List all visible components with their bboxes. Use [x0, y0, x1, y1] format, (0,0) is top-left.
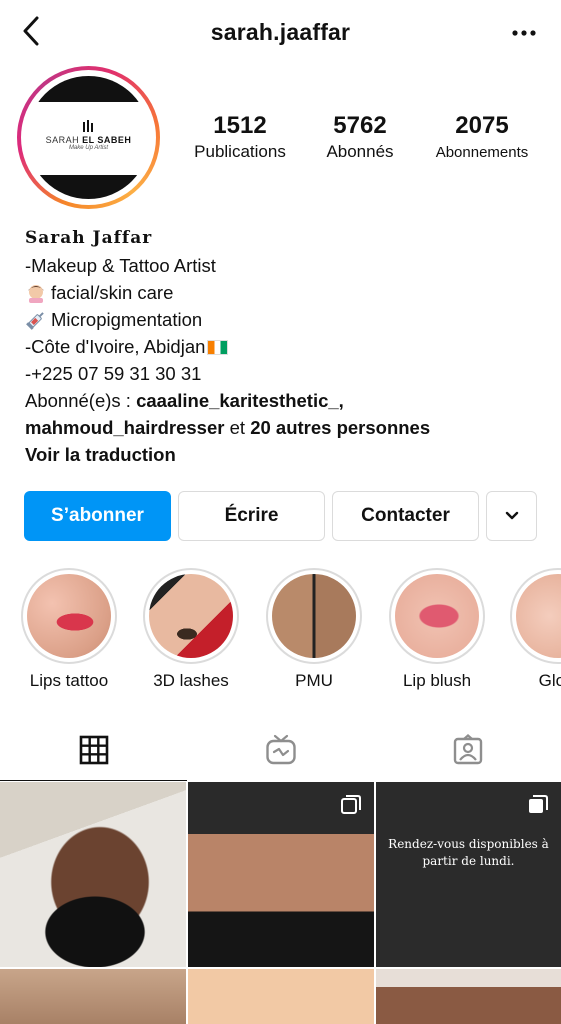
stat-posts-value: 1512: [213, 112, 267, 139]
multiple-photos-icon: [341, 795, 361, 814]
tab-posts-grid[interactable]: [0, 718, 187, 782]
followed-by[interactable]: Abonné(e)s : caaaline_karitesthetic_,: [25, 387, 555, 414]
post-thumbnail[interactable]: [188, 969, 374, 1024]
grid-icon: [79, 735, 108, 765]
more-options-button[interactable]: [509, 18, 539, 48]
followed-by-more[interactable]: mahmoud_hairdresser et 20 autres personn…: [25, 414, 555, 441]
tab-igtv[interactable]: [187, 718, 374, 782]
tab-tagged[interactable]: [374, 718, 561, 782]
logo-name-b: EL SABEH: [82, 135, 132, 145]
syringe-icon: [26, 312, 44, 330]
follow-button[interactable]: S’abonner: [24, 491, 171, 541]
highlight-cover: [516, 574, 561, 658]
stat-followers-value: 5762: [333, 112, 387, 139]
story-highlights: Lips tattoo 3D lashes PMU Lip blush Glow: [0, 568, 561, 698]
bio-line: facial/skin care: [51, 282, 174, 303]
highlight-pmu[interactable]: PMU: [264, 568, 364, 691]
post-thumbnail[interactable]: [0, 782, 186, 967]
suggested-accounts-button[interactable]: [486, 491, 537, 541]
post-thumbnail[interactable]: [188, 782, 374, 967]
profile-tabs: [0, 718, 561, 782]
top-bar: sarah.jaaffar: [0, 0, 561, 66]
profile-display-name: Sarah Jaffar: [25, 228, 153, 248]
highlight-cover: [272, 574, 356, 658]
tagged-icon: [453, 734, 482, 765]
woman-facial-icon: [28, 285, 44, 303]
stat-following-label: Abonnements: [435, 144, 529, 161]
highlight-label: 3D lashes: [153, 671, 229, 690]
avatar: SARAH EL SABEH Make Up Artist: [27, 76, 150, 199]
followed-by-prefix: Abonné(e)s :: [25, 390, 137, 411]
bio-phone[interactable]: -+225 07 59 31 30 31: [25, 360, 555, 387]
avatar-logo: SARAH EL SABEH Make Up Artist: [27, 120, 150, 151]
stat-following[interactable]: 2075 Abonnements: [422, 112, 542, 161]
highlight-label: Glow: [538, 671, 561, 690]
followed-by-others: 20 autres personnes: [250, 417, 431, 438]
highlight-glow[interactable]: Glow: [508, 568, 561, 691]
logo-name-a: SARAH: [45, 135, 80, 145]
highlight-label: PMU: [295, 671, 333, 690]
post-thumbnail[interactable]: Rendez-vous disponibles à partir de lund…: [376, 782, 561, 967]
highlight-label: Lips tattoo: [29, 671, 109, 690]
highlight-lip-blush[interactable]: Lip blush: [387, 568, 487, 691]
highlight-3d-lashes[interactable]: 3D lashes: [141, 568, 241, 691]
stat-posts[interactable]: 1512 Publications: [182, 112, 298, 162]
multiple-photos-icon: [529, 795, 548, 813]
stat-posts-label: Publications: [194, 142, 286, 161]
avatar-story-ring[interactable]: SARAH EL SABEH Make Up Artist: [17, 66, 160, 209]
post-thumbnail[interactable]: [0, 969, 186, 1024]
contact-button[interactable]: Contacter: [332, 491, 479, 541]
bio-line: -Côte d'Ivoire, Abidjan: [25, 336, 206, 357]
ivory-coast-flag-icon: [207, 340, 229, 355]
post-caption-text: Rendez-vous disponibles à partir de lund…: [388, 837, 549, 868]
active-tab-indicator: [0, 780, 187, 781]
posts-grid: Rendez-vous disponibles à partir de lund…: [0, 782, 561, 1024]
igtv-icon: [265, 734, 296, 765]
highlight-cover: [149, 574, 233, 658]
bio-line: -Makeup & Tattoo Artist: [25, 255, 216, 276]
profile-stats: 1512 Publications 5762 Abonnés 2075 Abon…: [182, 112, 552, 172]
highlight-cover: [395, 574, 479, 658]
see-translation-link[interactable]: Voir la traduction: [25, 441, 555, 468]
logo-subtitle: Make Up Artist: [68, 145, 109, 151]
post-thumbnail[interactable]: [376, 969, 561, 1024]
stat-following-value: 2075: [455, 112, 509, 139]
followed-by-user: mahmoud_hairdresser: [25, 417, 225, 438]
profile-actions: S’abonner Écrire Contacter: [24, 491, 538, 541]
followed-by-user: caaaline_karitesthetic_,: [136, 390, 344, 411]
followed-by-and: et: [224, 417, 251, 438]
stat-followers-label: Abonnés: [326, 142, 394, 161]
highlight-label: Lip blush: [402, 671, 472, 690]
ellipsis-icon: [512, 30, 536, 36]
highlight-lips-tattoo[interactable]: Lips tattoo: [19, 568, 119, 691]
stat-followers[interactable]: 5762 Abonnés: [308, 112, 412, 162]
bio-line: Micropigmentation: [51, 309, 203, 330]
highlight-cover: [27, 574, 111, 658]
chevron-down-icon: [505, 511, 518, 520]
logo-mark-icon: [27, 120, 150, 135]
profile-bio: Sarah Jaffar -Makeup & Tattoo Artist fac…: [25, 225, 555, 468]
profile-username: sarah.jaaffar: [210, 19, 351, 45]
message-button[interactable]: Écrire: [178, 491, 325, 541]
